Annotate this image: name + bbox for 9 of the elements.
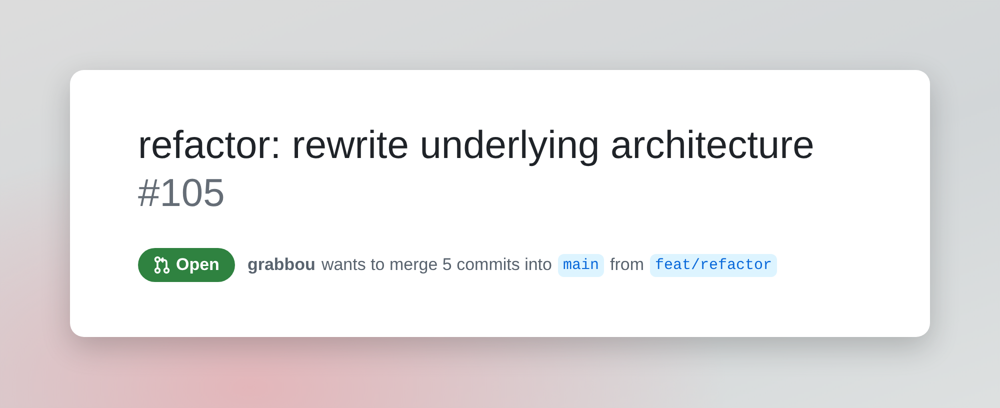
pr-title: refactor: rewrite underlying architecture: [138, 124, 814, 167]
merge-summary: wants to merge 5 commits into: [321, 255, 552, 275]
from-text: from: [610, 255, 644, 275]
pull-request-icon: [154, 256, 170, 274]
status-badge: Open: [138, 248, 236, 282]
author-link[interactable]: grabbou: [247, 255, 316, 275]
pr-number: #105: [138, 172, 225, 215]
base-branch[interactable]: main: [558, 254, 604, 276]
head-branch[interactable]: feat/refactor: [650, 254, 778, 276]
